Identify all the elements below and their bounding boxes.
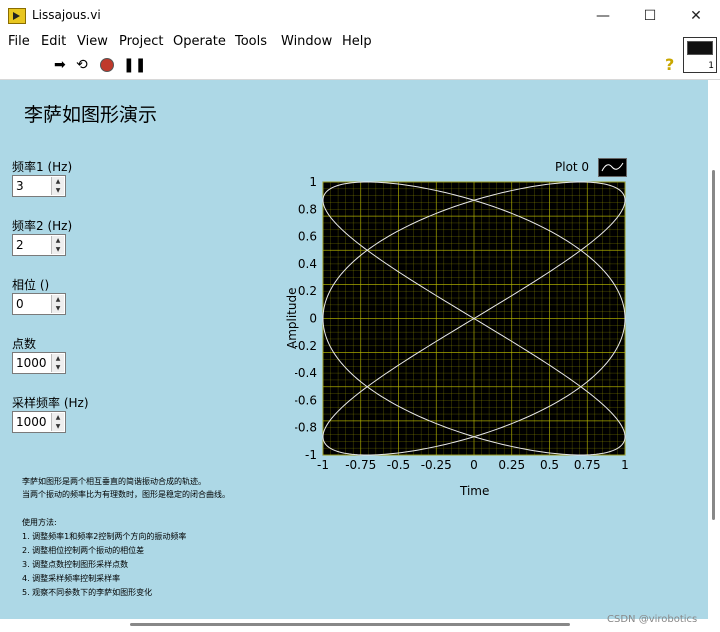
decrement-icon[interactable]: ▼ xyxy=(52,304,64,313)
y-tick-label: 0.4 xyxy=(298,257,317,271)
x-tick-label: -1 xyxy=(317,458,329,472)
pause-icon[interactable]: ❚❚ xyxy=(123,58,146,72)
x-tick-label: -0.75 xyxy=(345,458,376,472)
freq1-label: 频率1 (Hz) xyxy=(12,160,73,174)
panel-title: 李萨如图形演示 xyxy=(24,104,158,126)
x-tick-label: -0.5 xyxy=(387,458,410,472)
phase-control[interactable]: 0 ▲ ▼ xyxy=(12,293,66,315)
freq2-label: 频率2 (Hz) xyxy=(12,219,73,233)
sample-rate-spinner[interactable]: ▲ ▼ xyxy=(51,413,64,431)
description-line: 使用方法: xyxy=(22,518,57,527)
title-bar: Lissajous.vi — ☐ ✕ xyxy=(0,0,720,32)
menu-window[interactable]: Window xyxy=(281,34,332,49)
y-tick-label: 0.8 xyxy=(298,202,317,216)
y-tick-label: 0.2 xyxy=(298,284,317,298)
description-line: 1. 调整频率1和频率2控制两个方向的振动频率 xyxy=(22,532,187,541)
description-line: 3. 调整点数控制图形采样点数 xyxy=(22,560,129,569)
points-spinner[interactable]: ▲ ▼ xyxy=(51,354,64,372)
labview-vi-icon xyxy=(8,8,26,24)
points-value[interactable]: 1000 xyxy=(16,356,47,370)
watermark: CSDN @virobotics xyxy=(607,614,698,625)
menu-edit[interactable]: Edit xyxy=(41,34,66,49)
menu-project[interactable]: Project xyxy=(119,34,163,49)
description-line: 李萨如图形是两个相互垂直的简谐振动合成的轨迹。 xyxy=(22,477,206,486)
menu-view[interactable]: View xyxy=(77,34,108,49)
y-tick-label: -0.6 xyxy=(295,393,317,407)
x-tick-label: -0.25 xyxy=(421,458,452,472)
vertical-scrollbar[interactable] xyxy=(708,80,720,619)
vi-screen-icon xyxy=(687,41,713,55)
window-title: Lissajous.vi xyxy=(32,8,101,22)
sample-rate-value[interactable]: 1000 xyxy=(16,415,47,429)
x-tick-label: 0 xyxy=(470,458,478,472)
phase-spinner[interactable]: ▲ ▼ xyxy=(51,295,64,313)
run-arrow-icon[interactable]: ➡ xyxy=(54,58,66,72)
sample-rate-control[interactable]: 1000 ▲ ▼ xyxy=(12,411,66,433)
menu-bar: File Edit View Project Operate Tools Win… xyxy=(0,32,720,52)
y-tick-label: 0.6 xyxy=(298,230,317,244)
decrement-icon[interactable]: ▼ xyxy=(52,422,64,431)
increment-icon[interactable]: ▲ xyxy=(52,354,64,363)
vertical-scroll-thumb[interactable] xyxy=(712,170,715,520)
increment-icon[interactable]: ▲ xyxy=(52,295,64,304)
decrement-icon[interactable]: ▼ xyxy=(52,245,64,254)
y-tick-label: 0 xyxy=(309,312,317,326)
lissajous-graph[interactable]: -1 -0.75 -0.5 -0.25 0 0.25 0.5 0.75 1 1 0.8 0.6 0.4 0… xyxy=(295,172,640,482)
x-tick-label: 0.75 xyxy=(574,458,601,472)
y-tick-label: -1 xyxy=(305,448,317,462)
increment-icon[interactable]: ▲ xyxy=(52,177,64,186)
menu-help[interactable]: Help xyxy=(342,34,372,49)
help-icon[interactable]: ? xyxy=(665,55,674,74)
y-tick-label: -0.8 xyxy=(295,421,317,435)
description-line: 当两个振动的频率比为有理数时，图形是稳定的闭合曲线。 xyxy=(22,490,230,499)
sample-rate-label: 采样频率 (Hz) xyxy=(12,396,89,410)
increment-icon[interactable]: ▲ xyxy=(52,236,64,245)
y-tick-label: -0.2 xyxy=(295,339,317,353)
minimize-button[interactable]: — xyxy=(580,4,626,28)
description-line: 5. 观察不同参数下的李萨如图形变化 xyxy=(22,588,153,597)
maximize-button[interactable]: ☐ xyxy=(627,4,673,28)
x-tick-label: 0.5 xyxy=(540,458,559,472)
freq1-value[interactable]: 3 xyxy=(16,179,24,193)
run-continuously-icon[interactable]: ⟲ xyxy=(76,58,88,72)
x-axis-label: Time xyxy=(460,484,490,498)
y-tick-label: 1 xyxy=(309,175,317,189)
increment-icon[interactable]: ▲ xyxy=(52,413,64,422)
points-control[interactable]: 1000 ▲ ▼ xyxy=(12,352,66,374)
close-button[interactable]: ✕ xyxy=(673,4,719,28)
menu-tools[interactable]: Tools xyxy=(235,34,267,49)
freq2-value[interactable]: 2 xyxy=(16,238,24,252)
x-tick-label: 0.25 xyxy=(498,458,525,472)
freq1-spinner[interactable]: ▲ ▼ xyxy=(51,177,64,195)
decrement-icon[interactable]: ▼ xyxy=(52,186,64,195)
description-line: 4. 调整采样频率控制采样率 xyxy=(22,574,121,583)
horizontal-scroll-thumb[interactable] xyxy=(130,623,570,626)
description-line: 2. 调整相位控制两个振动的相位差 xyxy=(22,546,145,555)
phase-label: 相位 () xyxy=(12,278,50,292)
freq1-control[interactable]: 3 ▲ ▼ xyxy=(12,175,66,197)
freq2-control[interactable]: 2 ▲ ▼ xyxy=(12,234,66,256)
freq2-spinner[interactable]: ▲ ▼ xyxy=(51,236,64,254)
menu-operate[interactable]: Operate xyxy=(173,34,226,49)
phase-value[interactable]: 0 xyxy=(16,297,24,311)
vi-icon-number: 1 xyxy=(708,61,714,71)
vi-connector-icon[interactable]: 1 xyxy=(683,37,717,73)
menu-file[interactable]: File xyxy=(8,34,30,49)
abort-icon[interactable] xyxy=(100,58,114,72)
points-label: 点数 xyxy=(12,337,37,351)
horizontal-scrollbar[interactable] xyxy=(0,619,708,632)
y-tick-label: -0.4 xyxy=(295,366,317,380)
decrement-icon[interactable]: ▼ xyxy=(52,363,64,372)
x-tick-label: 1 xyxy=(621,458,629,472)
toolbar: ➡ ⟲ ❚❚ xyxy=(0,52,720,80)
